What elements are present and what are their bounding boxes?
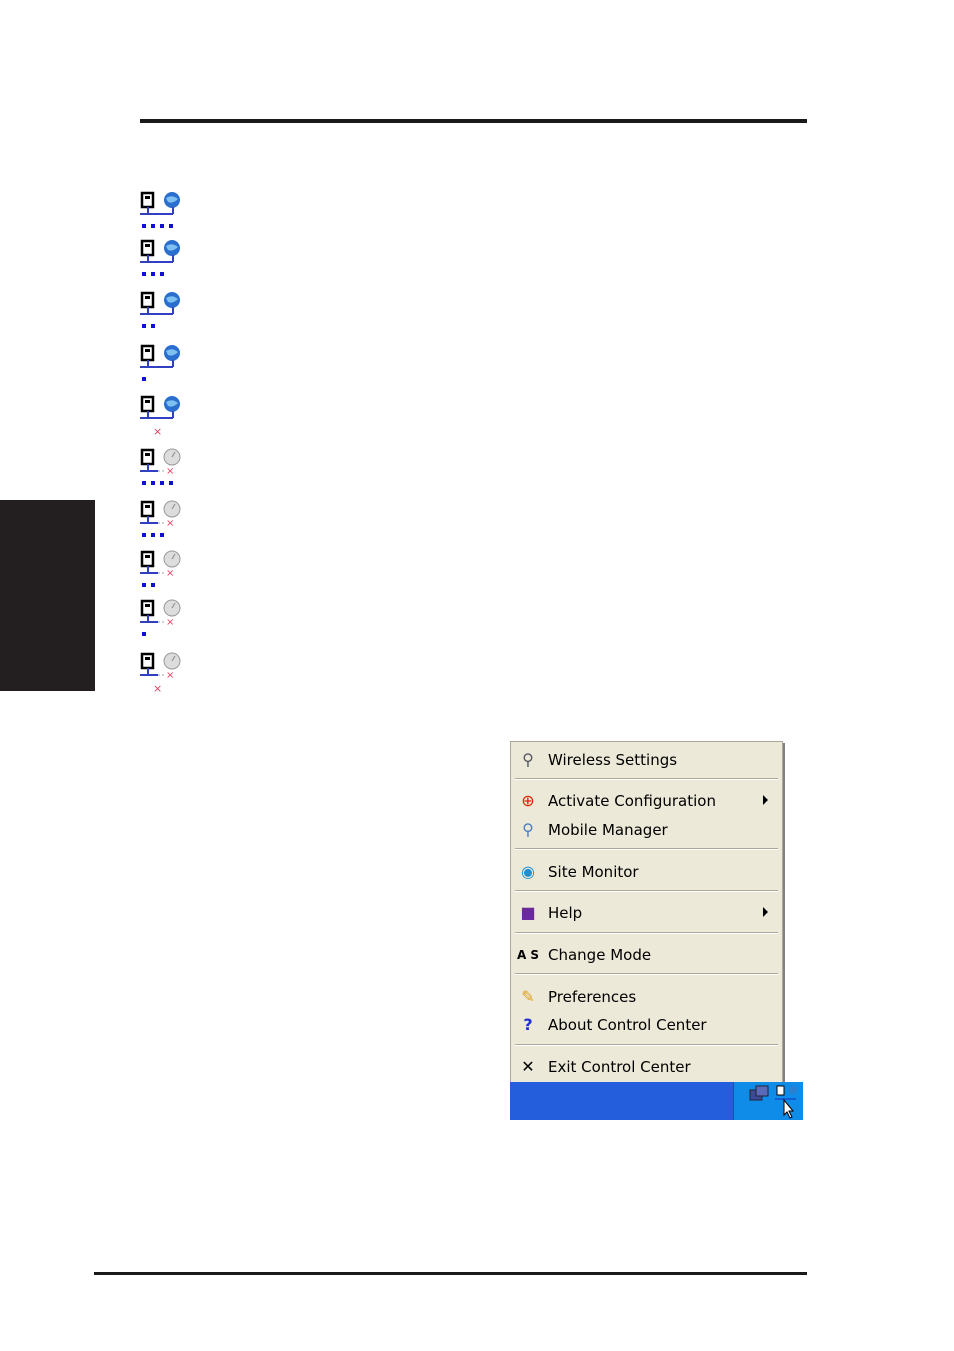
menu-separator (515, 848, 778, 850)
footer-rule (94, 1272, 807, 1275)
signal-dot (142, 632, 146, 636)
wireless-status-icon-connected-3 (140, 239, 180, 276)
change-mode-icon: A S (516, 948, 540, 962)
no-signal-mark: × (153, 425, 162, 436)
signal-dot (142, 377, 146, 381)
header-rule (140, 119, 807, 123)
signal-dot (160, 224, 164, 228)
svg-text:×: × (166, 518, 174, 529)
signal-dot (142, 533, 146, 537)
signal-dot (142, 583, 146, 587)
signal-dot (160, 272, 164, 276)
wireless-status-icon-disconnected-0: ×× (140, 652, 181, 693)
wireless-status-icon-disconnected-3: × (140, 500, 181, 537)
site-monitor-icon: ◉ (521, 862, 535, 881)
tray-context-menu: ⚲ Wireless Settings ⊕ Activate Configura… (510, 741, 783, 1083)
mouse-cursor-icon (783, 1098, 795, 1119)
pencil-icon: ✎ (521, 987, 535, 1006)
menu-item-exit-control-center[interactable]: ✕ Exit Control Center (511, 1055, 782, 1079)
menu-separator (515, 778, 778, 780)
signal-dot (151, 324, 155, 328)
wireless-status-icon-disconnected-1: × (140, 599, 181, 636)
menu-item-mobile-manager[interactable]: ⚲ Mobile Manager (511, 818, 782, 842)
menu-item-wireless-settings[interactable]: ⚲ Wireless Settings (511, 748, 782, 772)
signal-dot (160, 533, 164, 537)
close-icon: ✕ (521, 1057, 535, 1076)
submenu-arrow-icon (763, 907, 768, 917)
no-signal-mark: × (153, 682, 162, 693)
wireless-status-icon-disconnected-2: × (140, 550, 181, 587)
svg-text:×: × (166, 617, 174, 628)
submenu-arrow-icon (763, 795, 768, 805)
book-icon: ■ (520, 903, 536, 922)
system-tray (733, 1082, 803, 1120)
target-icon: ⊕ (521, 791, 535, 810)
signal-dot (142, 272, 146, 276)
signal-dot (151, 583, 155, 587)
antenna-icon: ⚲ (522, 750, 534, 769)
menu-item-help[interactable]: ■ Help (511, 901, 782, 925)
signal-dot (151, 224, 155, 228)
signal-dot (151, 533, 155, 537)
wireless-status-icon-connected-4 (140, 191, 180, 228)
menu-separator (515, 932, 778, 934)
svg-text:×: × (166, 568, 174, 579)
svg-text:×: × (166, 466, 174, 477)
menu-separator (515, 1044, 778, 1046)
signal-dot (169, 481, 173, 485)
wireless-status-tray-icon[interactable] (774, 1082, 804, 1120)
wireless-status-icon-connected-2 (140, 291, 180, 328)
menu-separator (515, 890, 778, 892)
signal-dot (151, 272, 155, 276)
signal-dot (151, 481, 155, 485)
menu-item-about-control-center[interactable]: ? About Control Center (511, 1013, 782, 1037)
question-icon: ? (523, 1015, 533, 1034)
menu-item-change-mode[interactable]: A S Change Mode (511, 943, 782, 967)
menu-item-activate-configuration[interactable]: ⊕ Activate Configuration (511, 789, 782, 813)
wireless-status-icon-disconnected-4: × (140, 448, 181, 485)
menu-item-preferences[interactable]: ✎ Preferences (511, 985, 782, 1009)
menu-item-site-monitor[interactable]: ◉ Site Monitor (511, 860, 782, 884)
wireless-status-icon-connected-1 (140, 344, 180, 381)
signal-dot (142, 224, 146, 228)
signal-dot (169, 224, 173, 228)
signal-dot (142, 481, 146, 485)
chapter-side-tab (0, 500, 95, 691)
svg-text:×: × (166, 670, 174, 681)
wireless-status-icon-connected-0: × (140, 395, 180, 436)
signal-dot (160, 481, 164, 485)
menu-separator (515, 973, 778, 975)
antenna-icon: ⚲ (522, 820, 534, 839)
signal-dot (142, 324, 146, 328)
